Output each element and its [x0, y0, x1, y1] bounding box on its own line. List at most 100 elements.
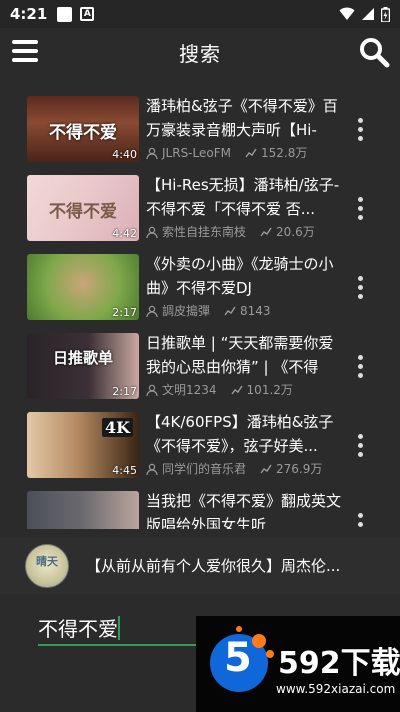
thumbnail-caption: 不得不爱 — [49, 123, 117, 143]
video-title[interactable]: 日推歌单 | “天天都需要你爱 我的心思由你猜” | 《不得不... — [146, 331, 346, 379]
video-thumbnail[interactable]: 不得不爱 4:40 — [27, 96, 139, 162]
search-field[interactable] — [38, 612, 208, 646]
watermark-url: www.592xiazai.com — [276, 682, 396, 696]
battery-icon — [381, 6, 390, 22]
search-button[interactable] — [358, 36, 390, 68]
view-count: 276.9万 — [276, 462, 323, 476]
video-title[interactable]: 当我把《不得不爱》翻成英文版唱给外国女生听 — [146, 489, 346, 529]
status-time: 4:21 — [10, 5, 48, 23]
notification-a-icon: A — [80, 7, 95, 21]
user-icon — [146, 384, 158, 396]
duration-label: 2:17 — [112, 385, 137, 398]
view-count: 101.2万 — [246, 383, 293, 397]
views-icon — [224, 306, 236, 315]
more-vertical-icon — [358, 118, 363, 123]
more-dot — [358, 373, 363, 378]
uploader-name: 同学们的音乐君 — [162, 462, 247, 476]
view-count: 152.8万 — [260, 146, 308, 160]
logo-dot — [252, 634, 266, 648]
search-icon — [360, 38, 390, 68]
more-options-button[interactable] — [358, 513, 364, 529]
video-meta: JLRS-LeoFM 152.8万 — [146, 144, 307, 161]
album-art-text: 晴天 — [36, 555, 58, 568]
view-count: 8143 — [240, 303, 271, 318]
list-item[interactable]: 2:17 《外卖の小曲》《龙骑士の小曲》不得不爱DJ 調皮搗彈 8143 — [0, 248, 400, 327]
user-icon — [146, 226, 158, 238]
list-item[interactable]: 不得不爱 4:40 潘玮柏&弦子《不得不爱》百万豪装录音棚大声听【Hi- JLR… — [0, 90, 400, 169]
user-icon — [146, 147, 158, 159]
notification-square-icon — [57, 6, 73, 22]
video-thumbnail[interactable]: 不得不爱 4:42 — [27, 175, 139, 241]
more-dot — [358, 522, 363, 527]
page-title: 搜索 — [179, 41, 221, 66]
logo-dot — [236, 626, 242, 632]
more-vertical-icon — [358, 355, 363, 360]
more-dot — [358, 206, 363, 211]
status-bar: 4:21 A — [0, 0, 400, 28]
duration-label: 4:42 — [112, 227, 137, 240]
video-thumbnail[interactable]: 2:17 — [27, 254, 139, 320]
more-options-button[interactable] — [358, 276, 364, 300]
user-icon — [146, 463, 158, 475]
more-dot — [358, 215, 363, 220]
video-title[interactable]: 【Hi-Res无损】潘玮柏/弦子-不得不爱「不得不爱 否... — [146, 173, 346, 221]
uploader-name: 索性自挂东南枝 — [162, 225, 247, 239]
result-list: 不得不爱 4:40 潘玮柏&弦子《不得不爱》百万豪装录音棚大声听【Hi- JLR… — [0, 90, 400, 529]
video-title[interactable]: 潘玮柏&弦子《不得不爱》百万豪装录音棚大声听【Hi- — [146, 94, 346, 142]
album-art[interactable]: 晴天 — [25, 544, 69, 588]
watermark-logo: 5 592下载 www.592xiazai.com — [196, 616, 400, 712]
uploader-name: 文明1234 — [162, 383, 217, 397]
thumbnail-caption: 日推歌单 — [52, 349, 113, 367]
more-options-button[interactable] — [358, 434, 364, 458]
mini-player[interactable]: 晴天 【从前从前有个人爱你很久】周杰伦... — [0, 538, 400, 594]
uploader-name: JLRS-LeoFM — [162, 145, 231, 160]
watermark-brand: 592下载 — [278, 646, 400, 681]
more-options-button[interactable] — [358, 118, 364, 142]
more-vertical-icon — [358, 276, 363, 281]
video-thumbnail[interactable] — [27, 491, 139, 529]
hamburger-icon-bar — [12, 49, 38, 53]
list-item[interactable]: 4K 4:45 【4K/60FPS】潘玮柏&弦子《不得不爱》，弦子好美... 同… — [0, 406, 400, 485]
more-options-button[interactable] — [358, 355, 364, 379]
video-thumbnail[interactable]: 4K 4:45 — [27, 412, 139, 478]
more-dot — [358, 127, 363, 132]
more-vertical-icon — [358, 513, 363, 518]
more-dot — [358, 443, 363, 448]
video-title[interactable]: 《外卖の小曲》《龙骑士の小曲》不得不爱DJ — [146, 252, 346, 300]
video-meta: 調皮搗彈 8143 — [146, 302, 271, 319]
logo-digit: 5 — [224, 635, 252, 681]
more-dot — [358, 452, 363, 457]
views-icon — [260, 227, 272, 236]
list-item[interactable]: 不得不爱 4:42 【Hi-Res无损】潘玮柏/弦子-不得不爱「不得不爱 否..… — [0, 169, 400, 248]
thumbnail-caption: 4K — [101, 418, 133, 437]
search-input[interactable] — [38, 612, 188, 642]
video-meta: 索性自挂东南枝 20.6万 — [146, 223, 315, 240]
views-icon — [245, 148, 257, 157]
video-meta: 文明1234 101.2万 — [146, 381, 293, 398]
duration-label: 4:45 — [112, 464, 137, 477]
logo-dot — [266, 650, 274, 658]
video-thumbnail[interactable]: 日推歌单 2:17 — [27, 333, 139, 399]
more-vertical-icon — [358, 197, 363, 202]
more-dot — [358, 136, 363, 141]
list-item[interactable]: 当我把《不得不爱》翻成英文版唱给外国女生听 — [0, 485, 400, 529]
list-item[interactable]: 日推歌单 2:17 日推歌单 | “天天都需要你爱 我的心思由你猜” | 《不得… — [0, 327, 400, 406]
user-icon — [146, 305, 158, 317]
hamburger-icon — [12, 40, 38, 44]
more-dot — [358, 364, 363, 369]
more-dot — [358, 294, 363, 299]
duration-label: 4:40 — [112, 148, 137, 161]
video-title[interactable]: 【4K/60FPS】潘玮柏&弦子《不得不爱》，弦子好美... — [146, 410, 346, 458]
duration-label: 2:17 — [112, 306, 137, 319]
more-options-button[interactable] — [358, 197, 364, 221]
signal-icon — [362, 8, 374, 20]
video-meta: 同学们的音乐君 276.9万 — [146, 460, 322, 477]
more-vertical-icon — [358, 434, 363, 439]
app-bar: 搜索 — [0, 28, 400, 76]
menu-button[interactable] — [12, 40, 38, 64]
hamburger-icon-bar — [12, 58, 38, 62]
thumbnail-caption: 不得不爱 — [49, 202, 117, 222]
more-dot — [358, 285, 363, 290]
now-playing-title[interactable]: 【从前从前有个人爱你很久】周杰伦... — [86, 555, 346, 576]
view-count: 20.6万 — [276, 225, 315, 239]
